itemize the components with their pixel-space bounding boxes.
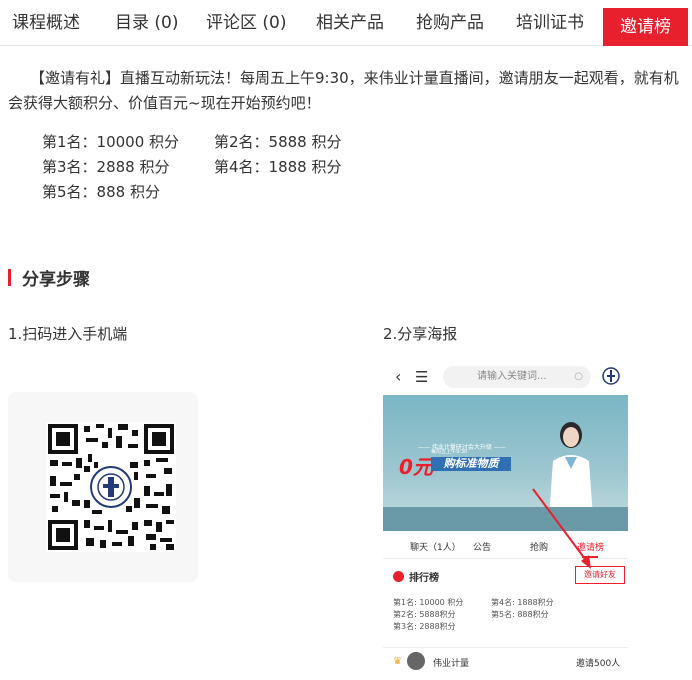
tab-certificate[interactable]: 培训证书: [516, 0, 584, 46]
tab-invite-ranking[interactable]: 邀请榜: [603, 8, 688, 46]
banner-time: 每周五上午9:30: [431, 449, 468, 455]
section-title: 分享步骤: [22, 269, 90, 290]
phone-rank-row: 第2名: 5888积分 第5名: 888积分: [393, 609, 554, 621]
phone-search-placeholder: 请输入关键词...: [477, 371, 547, 382]
tab-comments[interactable]: 评论区 (0): [206, 0, 286, 46]
phone-tab-invite: 邀请榜: [577, 543, 605, 553]
logo-icon: [602, 367, 620, 385]
back-icon: ‹: [395, 367, 402, 386]
reward-list: 第1名：10000 积分 第2名：5888 积分 第3名：2888 积分 第4名：1…: [42, 130, 342, 205]
phone-ranking-list: 第1名: 10000 积分 第4名: 1888积分 第2名: 5888积分 第5名:…: [393, 597, 554, 633]
phone-tabs: 聊天（1人） 公告 抢购 邀请榜: [383, 531, 628, 559]
phone-rank-row: 第1名: 10000 积分 第4名: 1888积分: [393, 597, 554, 609]
phone-user-count: 邀请500人: [576, 659, 621, 669]
phone-rank-item: 第2名: 5888积分: [393, 610, 456, 619]
reward-row: 第5名：888 积分: [42, 180, 342, 205]
reward-item: 第5名：888 积分: [42, 183, 160, 201]
phone-rank-item: 第5名: 888积分: [491, 610, 549, 619]
banner-lab-bench: [383, 507, 628, 531]
menu-icon: ☰: [415, 368, 429, 386]
poster-phone-screenshot: ‹ ☰ 请输入关键词... ○ —— 伟业计量研讨会大升级 —— 每周五上午9:…: [383, 357, 628, 680]
phone-invite-button: 邀请好友: [575, 566, 625, 584]
phone-tab-notice: 公告: [473, 543, 492, 553]
avatar: [407, 652, 425, 670]
reward-row: 第1名：10000 积分 第2名：5888 积分: [42, 130, 342, 155]
search-icon: ○: [574, 371, 583, 382]
phone-ranking-title: 排行榜: [409, 573, 439, 584]
tab-flash-sale[interactable]: 抢购产品: [416, 0, 484, 46]
tab-course-overview[interactable]: 课程概述: [12, 0, 80, 46]
step-2-label: 2.分享海报: [383, 325, 458, 343]
tab-bar: 课程概述 目录 (0) 评论区 (0) 相关产品 抢购产品 培训证书 邀请榜: [0, 0, 692, 46]
phone-rank-row: 第3名: 2888积分: [393, 621, 554, 633]
tab-catalog[interactable]: 目录 (0): [115, 0, 178, 46]
phone-tab-flash: 抢购: [530, 543, 549, 553]
step-1-label: 1.扫码进入手机端: [8, 325, 128, 343]
qr-code-icon: [46, 422, 176, 552]
medal-icon: [393, 571, 404, 582]
poster-banner: —— 伟业计量研讨会大升级 —— 每周五上午9:30 0元 购标准物质: [383, 395, 628, 531]
phone-header: ‹ ☰ 请输入关键词... ○: [383, 357, 628, 397]
phone-search-box: 请输入关键词... ○: [443, 366, 591, 388]
phone-tab-chat: 聊天（1人）: [410, 543, 461, 553]
banner-title: 购标准物质: [431, 457, 511, 471]
qr-code-panel: [8, 392, 198, 582]
reward-row: 第3名：2888 积分 第4名：1888 积分: [42, 155, 342, 180]
tab-related-products[interactable]: 相关产品: [316, 0, 384, 46]
phone-rank-item: 第3名: 2888积分: [393, 622, 456, 631]
phone-user-row: ♛ 伟业计量 邀请500人: [383, 647, 628, 675]
banner-price: 0元: [399, 455, 433, 479]
presenter-image: [549, 422, 593, 517]
phone-user-name: 伟业计量: [433, 659, 470, 669]
phone-rank-item: 第1名: 10000 积分: [393, 598, 464, 607]
section-marker: [8, 268, 11, 286]
phone-rank-item: 第4名: 1888积分: [491, 598, 554, 607]
phone-tab-underline: [582, 556, 598, 558]
section-header: 分享步骤: [8, 266, 90, 290]
reward-item: 第2名：5888 积分: [214, 133, 342, 151]
reward-item: 第3名：2888 积分: [42, 158, 170, 176]
phone-ranking-header: 排行榜: [393, 569, 439, 584]
reward-item: 第1名：10000 积分: [42, 133, 180, 151]
crown-icon: ♛: [393, 656, 402, 667]
intro-text: 【邀请有礼】直播互动新玩法！每周五上午9:30，来伟业计量直播间，邀请朋友一起观…: [8, 69, 679, 112]
reward-item: 第4名：1888 积分: [214, 158, 342, 176]
